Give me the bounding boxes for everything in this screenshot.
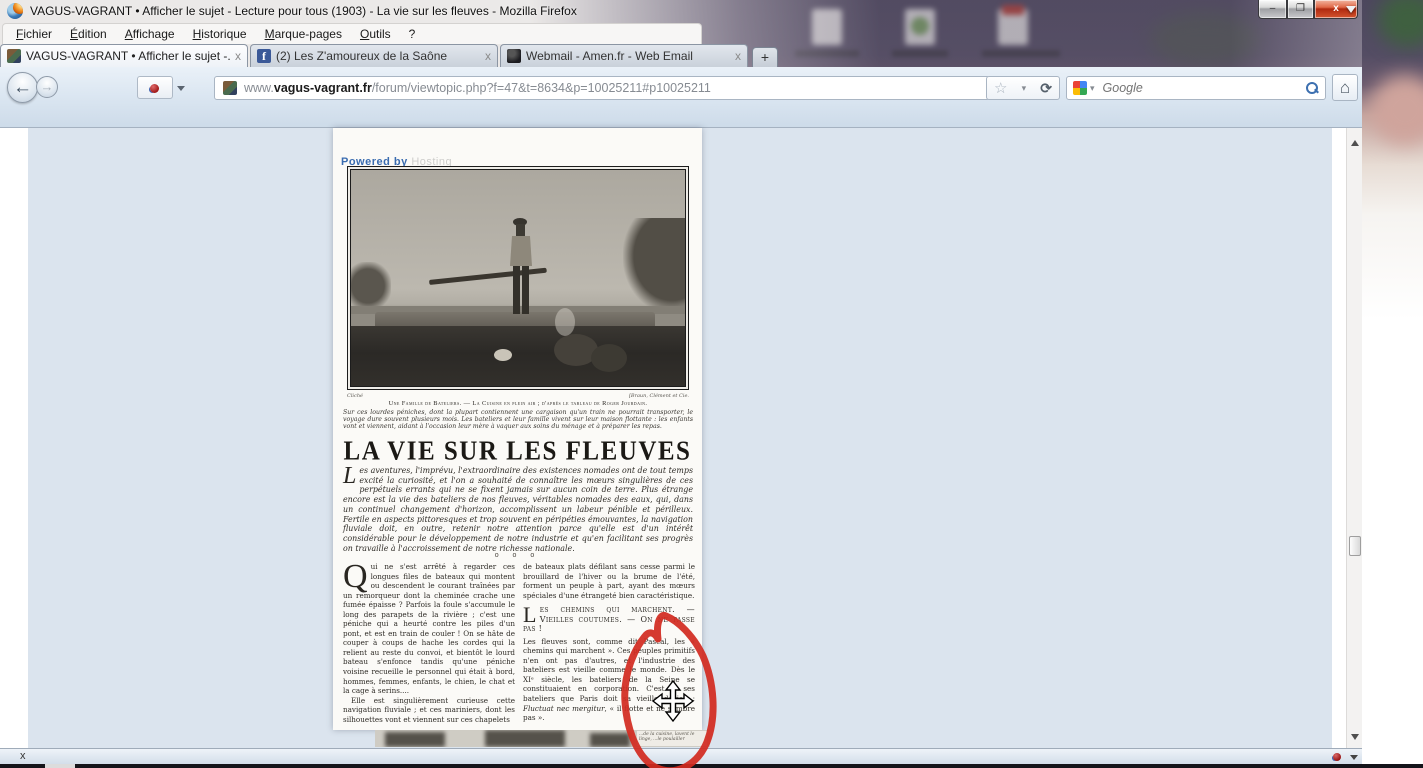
downloadhelper-icon: [150, 84, 159, 93]
desktop-pink-blob: [1370, 75, 1423, 145]
vagus-favicon: [7, 49, 21, 63]
search-input[interactable]: [1103, 81, 1306, 95]
photo-caption-title: Une Famille de Bateliers. — La Cuisine e…: [341, 400, 695, 407]
url-path: /forum/viewtopic.php?f=47&t=8634&p=10025…: [372, 81, 711, 95]
tab-strip: VAGUS-VAGRANT • Afficher le sujet -... x…: [0, 44, 1362, 67]
tab-label: VAGUS-VAGRANT • Afficher le sujet -...: [26, 49, 231, 63]
column-dropcap: Q: [343, 564, 368, 590]
firefox-window: VAGUS-VAGRANT • Afficher le sujet - Lect…: [0, 0, 1362, 764]
screen: VAGUS-VAGRANT • Afficher le sujet - Lect…: [0, 0, 1423, 768]
navigation-toolbar: ← → www.vagus-vagrant.fr/forum/viewtopic…: [0, 67, 1362, 128]
search-icon[interactable]: [1306, 82, 1319, 95]
scroll-up-icon[interactable]: [1349, 134, 1360, 145]
menu-aide[interactable]: ?: [400, 25, 425, 43]
downloadhelper-statusbar-icon[interactable]: [1333, 753, 1341, 761]
bookmark-star-icon[interactable]: ☆: [994, 79, 1007, 97]
tab-label: (2) Les Z'amoureux de la Saône: [276, 49, 481, 63]
addon-bar-caret-icon[interactable]: [1350, 755, 1358, 764]
credit-left: Cliché: [347, 393, 363, 399]
list-all-tabs-icon[interactable]: [1346, 6, 1356, 18]
taskbar-edge[interactable]: [0, 764, 1423, 768]
photo-caption-note: Sur ces lourdes péniches, dont la plupar…: [343, 409, 693, 431]
restore-button[interactable]: ❐: [1287, 0, 1314, 19]
bateliers-photo: [347, 166, 689, 390]
search-box[interactable]: ▾: [1066, 76, 1326, 100]
addon-bar-close-button[interactable]: x: [20, 750, 26, 762]
latin-motto: Fluctuat nec mergitur: [523, 704, 605, 713]
menu-fichier[interactable]: Fichier: [7, 25, 61, 43]
menu-outils[interactable]: Outils: [351, 25, 400, 43]
addon-bar: x: [0, 748, 1362, 764]
url-prefix: www.: [244, 81, 274, 95]
tab-vagus-vagrant[interactable]: VAGUS-VAGRANT • Afficher le sujet -... x: [0, 44, 248, 67]
menu-affichage[interactable]: Affichage: [116, 25, 184, 43]
article-title: LA VIE SUR LES FLEUVES: [333, 437, 702, 467]
google-engine-icon[interactable]: [1073, 81, 1087, 95]
window-controls: – ❐ x: [1258, 0, 1358, 19]
vertical-scrollbar[interactable]: [1346, 128, 1362, 748]
photo-scene: [350, 169, 686, 387]
scroll-down-icon[interactable]: [1349, 730, 1360, 741]
downloadhelper-button[interactable]: [137, 76, 173, 99]
browser-content: Powered by Hosting: [0, 128, 1362, 748]
column-left: Qui ne s'est arrêté à regarder ces longu…: [343, 562, 515, 728]
tab-facebook[interactable]: f (2) Les Z'amoureux de la Saône x: [250, 44, 498, 67]
back-button[interactable]: ←: [7, 72, 38, 103]
lead-dropcap: L: [343, 467, 356, 486]
tab-close-icon[interactable]: x: [735, 49, 741, 63]
forward-button[interactable]: →: [36, 76, 58, 98]
menu-historique[interactable]: Historique: [184, 25, 256, 43]
credit-right: [Braun, Clément et Cie.: [629, 393, 689, 399]
window-title: VAGUS-VAGRANT • Afficher le sujet - Lect…: [30, 4, 577, 18]
desktop-green-blob: [1378, 0, 1423, 47]
facebook-favicon: f: [257, 49, 271, 63]
minimize-button[interactable]: –: [1258, 0, 1287, 19]
sliver-caption-text: ...de la cuisine, lavent le linge, ...le…: [637, 731, 707, 746]
url-bar[interactable]: www.vagus-vagrant.fr/forum/viewtopic.php…: [214, 76, 990, 100]
menu-edition[interactable]: Édition: [61, 25, 116, 43]
home-button[interactable]: ⌂: [1332, 74, 1358, 101]
column-right: de bateaux plats défilant sans cesse par…: [523, 562, 695, 728]
downloadhelper-caret-icon[interactable]: [177, 86, 185, 95]
search-engine-caret-icon[interactable]: ▾: [1090, 83, 1095, 94]
heading-dropcap: L: [523, 606, 537, 623]
taskbar-button[interactable]: [45, 764, 75, 768]
menu-marque-pages[interactable]: Marque-pages: [256, 25, 351, 43]
photo-figures: [351, 170, 686, 387]
titlebar[interactable]: VAGUS-VAGRANT • Afficher le sujet - Lect…: [0, 0, 1362, 23]
tab-label: Webmail - Amen.fr - Web Email: [526, 49, 731, 63]
tab-webmail[interactable]: Webmail - Amen.fr - Web Email x: [500, 44, 748, 67]
section-ornament: o o o: [333, 552, 702, 559]
scrollbar-thumb[interactable]: [1349, 536, 1361, 556]
webmail-favicon: [507, 49, 521, 63]
menu-bar: Fichier Édition Affichage Historique Mar…: [2, 23, 702, 44]
url-domain: vagus-vagrant.fr: [274, 81, 372, 95]
bookmark-caret-icon[interactable]: ▾: [1022, 83, 1027, 94]
bookmark-reload-group: ☆ ▾ ⟳: [986, 76, 1060, 100]
firefox-icon: [7, 3, 23, 19]
photo-credits: Cliché [Braun, Clément et Cie.: [347, 393, 689, 399]
magazine-scan-image[interactable]: Powered by Hosting: [333, 128, 702, 730]
article-lead: Les aventures, l'imprévu, l'extraordinai…: [343, 466, 693, 553]
site-favicon: [223, 81, 237, 95]
section-heading: Les chemins qui marchent. — Vieilles cou…: [523, 605, 695, 634]
reload-icon[interactable]: ⟳: [1040, 80, 1052, 97]
next-image-sliver: ...de la cuisine, lavent le linge, ...le…: [375, 730, 710, 747]
new-tab-button[interactable]: +: [752, 47, 778, 67]
article-columns: Qui ne s'est arrêté à regarder ces longu…: [343, 562, 695, 728]
tab-close-icon[interactable]: x: [235, 49, 241, 63]
tab-close-icon[interactable]: x: [485, 49, 491, 63]
